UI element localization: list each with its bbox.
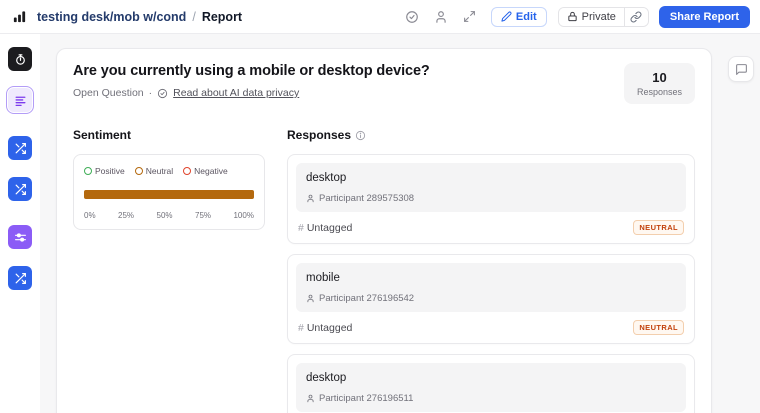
copy-link-button[interactable] bbox=[624, 8, 648, 26]
edit-button-label: Edit bbox=[516, 11, 537, 23]
axis-tick: 50% bbox=[157, 211, 173, 220]
legend-label: Negative bbox=[194, 166, 228, 176]
private-button[interactable]: Private bbox=[559, 8, 624, 26]
link-icon bbox=[630, 11, 642, 23]
share-report-label: Share Report bbox=[670, 11, 739, 23]
user-icon bbox=[434, 10, 448, 24]
meta-separator: · bbox=[149, 87, 153, 99]
axis-tick: 75% bbox=[195, 211, 211, 220]
tag-button[interactable]: # Untagged bbox=[298, 222, 352, 234]
shuffle-icon bbox=[14, 183, 27, 196]
legend-label: Neutral bbox=[146, 166, 173, 176]
sidebar-item-logic-step-3[interactable] bbox=[8, 266, 32, 290]
question-title: Are you currently using a mobile or desk… bbox=[73, 63, 430, 79]
sidebar-item-logic-step-2[interactable] bbox=[8, 177, 32, 201]
breadcrumb-separator: / bbox=[192, 10, 195, 24]
app-logo-icon[interactable] bbox=[12, 9, 27, 24]
question-report-card: Are you currently using a mobile or desk… bbox=[56, 48, 712, 413]
response-answer-box: mobile Participant 276196542 bbox=[296, 263, 686, 312]
legend-item-negative: Negative bbox=[183, 166, 228, 176]
participant-icon bbox=[306, 194, 315, 203]
tag-label: Untagged bbox=[307, 322, 353, 334]
responses-list: desktop Participant 289575308 # Untagged bbox=[287, 154, 695, 413]
edit-button[interactable]: Edit bbox=[491, 7, 547, 27]
question-type-label: Open Question bbox=[73, 87, 144, 99]
privacy-control-group: Private bbox=[558, 7, 649, 27]
sidebar-item-timer-step[interactable] bbox=[8, 47, 32, 71]
chat-bubble-icon bbox=[735, 63, 748, 76]
sentiment-badge: NEUTRAL bbox=[633, 220, 684, 235]
shuffle-icon bbox=[14, 272, 27, 285]
response-card: desktop Participant 276196511 # Untagged bbox=[287, 354, 695, 413]
question-meta: Open Question · Read about AI data priva… bbox=[73, 87, 430, 99]
hash-icon: # bbox=[298, 322, 304, 334]
response-answer-box: desktop Participant 289575308 bbox=[296, 163, 686, 212]
expand-icon bbox=[463, 10, 476, 23]
participant-id: Participant 276196542 bbox=[319, 293, 414, 304]
text-lines-icon bbox=[14, 94, 27, 107]
lock-icon bbox=[567, 11, 578, 22]
response-answer-box: desktop Participant 276196511 bbox=[296, 363, 686, 412]
legend-label: Positive bbox=[95, 166, 125, 176]
status-check-button[interactable] bbox=[400, 6, 424, 28]
tag-button[interactable]: # Untagged bbox=[298, 322, 352, 334]
shuffle-icon bbox=[14, 142, 27, 155]
participant-id: Participant 276196511 bbox=[319, 393, 413, 404]
participant-icon bbox=[306, 394, 315, 403]
sentiment-bar-segment-neutral bbox=[84, 190, 254, 199]
hash-icon: # bbox=[298, 222, 304, 234]
neutral-face-icon bbox=[135, 167, 143, 175]
axis-tick: 0% bbox=[84, 211, 96, 220]
comments-button[interactable] bbox=[728, 56, 754, 82]
legend-item-neutral: Neutral bbox=[135, 166, 173, 176]
sentiment-legend: Positive Neutral Negative bbox=[84, 166, 254, 176]
sentiment-section: Sentiment Positive Neutral bbox=[73, 128, 265, 413]
sentiment-axis: 0% 25% 50% 75% 100% bbox=[84, 211, 254, 220]
breadcrumb: testing desk/mob w/cond / Report bbox=[37, 10, 242, 24]
stopwatch-icon bbox=[14, 53, 27, 66]
participant-id: Participant 289575308 bbox=[319, 193, 414, 204]
private-button-label: Private bbox=[582, 11, 616, 23]
breadcrumb-current-page: Report bbox=[202, 10, 242, 24]
responses-section: Responses desktop Participant 289575308 bbox=[287, 128, 695, 413]
responses-count-box: 10 Responses bbox=[624, 63, 695, 104]
shield-check-icon bbox=[157, 88, 168, 99]
sentiment-badge: NEUTRAL bbox=[633, 320, 684, 335]
sidebar-item-logic-step-1[interactable] bbox=[8, 136, 32, 160]
sentiment-chart-card: Positive Neutral Negative bbox=[73, 154, 265, 230]
report-main: Are you currently using a mobile or desk… bbox=[40, 34, 760, 413]
response-answer: mobile bbox=[306, 272, 676, 284]
response-answer: desktop bbox=[306, 172, 676, 184]
pencil-icon bbox=[501, 11, 512, 22]
responses-count: 10 bbox=[637, 70, 682, 85]
tag-label: Untagged bbox=[307, 222, 353, 234]
responses-heading: Responses bbox=[287, 128, 351, 142]
response-card: mobile Participant 276196542 # Untagged bbox=[287, 254, 695, 344]
axis-tick: 100% bbox=[233, 211, 253, 220]
negative-face-icon bbox=[183, 167, 191, 175]
response-answer: desktop bbox=[306, 372, 676, 384]
sentiment-heading: Sentiment bbox=[73, 128, 265, 142]
sidebar-item-rating-step[interactable] bbox=[8, 225, 32, 249]
info-icon[interactable] bbox=[355, 130, 366, 141]
responses-count-label: Responses bbox=[637, 87, 682, 97]
breadcrumb-project-link[interactable]: testing desk/mob w/cond bbox=[37, 10, 186, 24]
invite-button[interactable] bbox=[429, 6, 453, 28]
positive-face-icon bbox=[84, 167, 92, 175]
sidebar-item-open-question-active[interactable] bbox=[8, 88, 32, 112]
check-circle-icon bbox=[405, 10, 419, 24]
top-bar: testing desk/mob w/cond / Report Edit Pr… bbox=[0, 0, 760, 34]
sliders-icon bbox=[14, 231, 27, 244]
expand-button[interactable] bbox=[458, 6, 482, 28]
question-nav-sidebar bbox=[0, 34, 40, 413]
participant-icon bbox=[306, 294, 315, 303]
sentiment-bar bbox=[84, 190, 254, 199]
ai-privacy-link[interactable]: Read about AI data privacy bbox=[173, 87, 299, 99]
axis-tick: 25% bbox=[118, 211, 134, 220]
response-card: desktop Participant 289575308 # Untagged bbox=[287, 154, 695, 244]
share-report-button[interactable]: Share Report bbox=[659, 6, 750, 28]
legend-item-positive: Positive bbox=[84, 166, 125, 176]
